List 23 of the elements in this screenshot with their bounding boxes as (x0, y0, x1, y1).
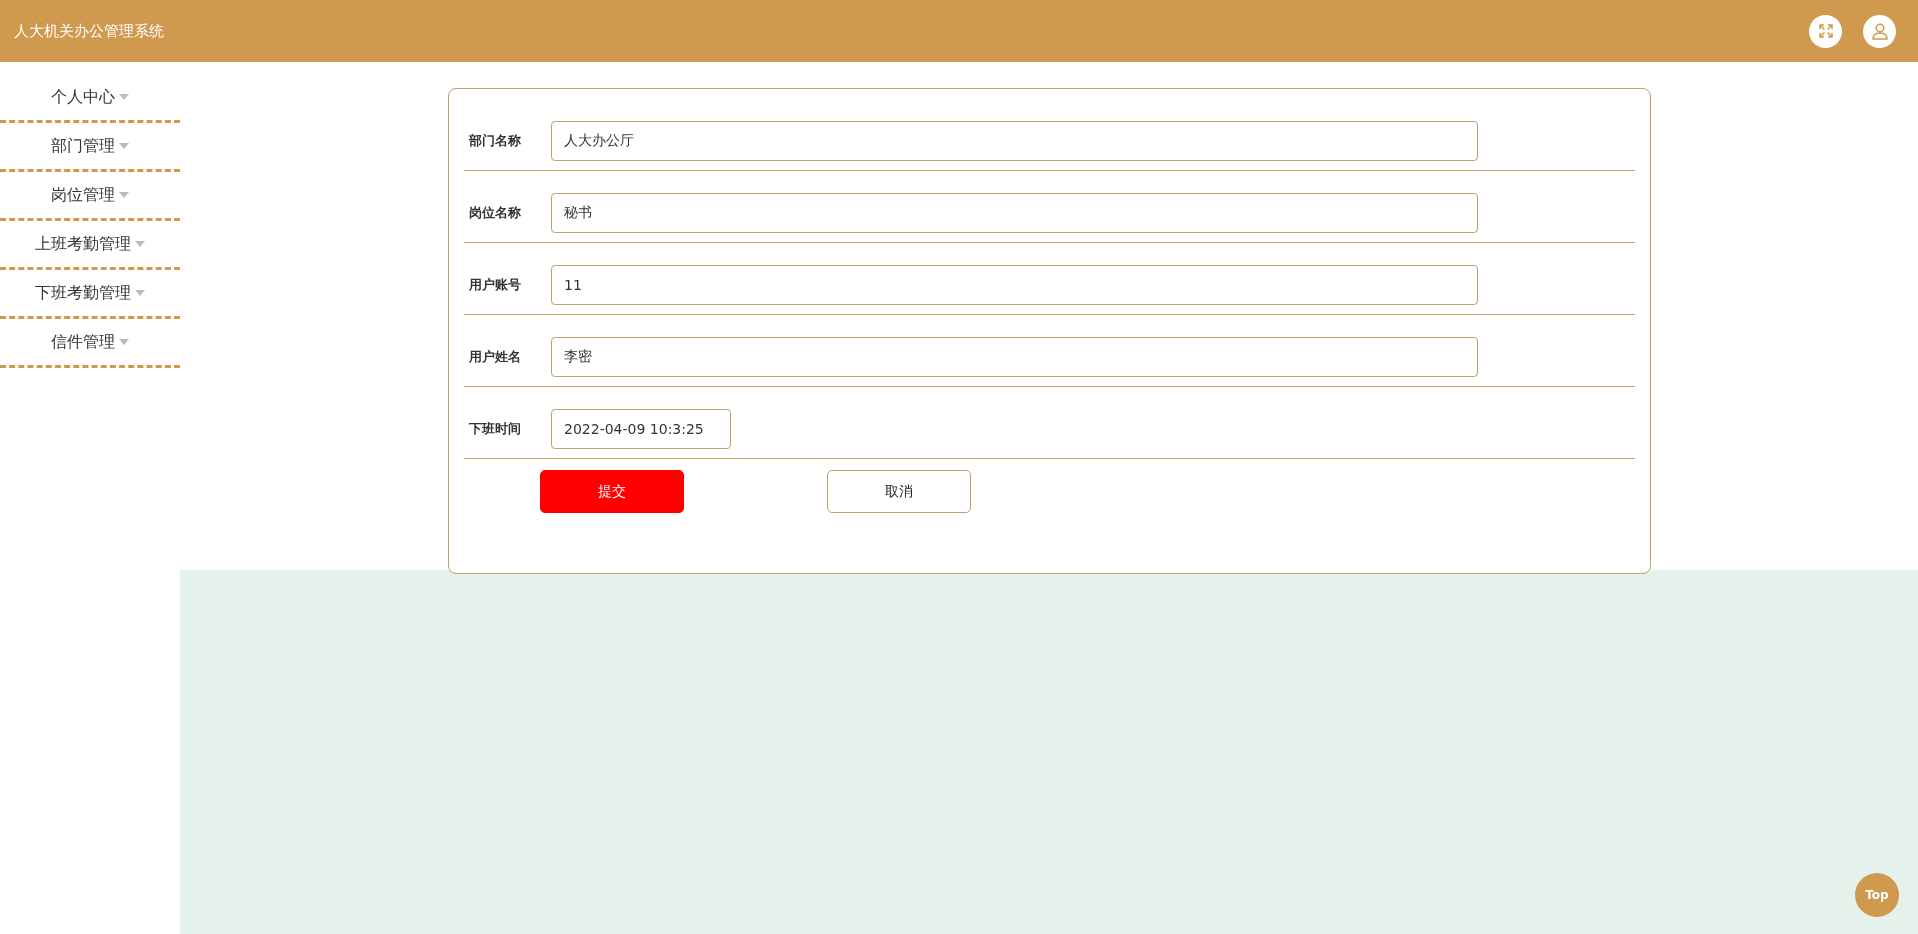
field-label: 用户姓名 (468, 348, 522, 366)
caret-icon (119, 143, 129, 149)
datetime-field[interactable]: 2022-04-09 10:3:25 (551, 409, 731, 449)
field-label: 岗位名称 (468, 204, 522, 222)
caret-icon (135, 241, 145, 247)
caret-icon (119, 94, 129, 100)
input-field[interactable]: 李密 (551, 337, 1478, 377)
field-label: 用户账号 (468, 276, 522, 294)
input-field[interactable]: 人大办公厅 (551, 121, 1478, 161)
caret-icon (119, 192, 129, 198)
cancel-button[interactable]: 取消 (827, 470, 971, 513)
submit-button[interactable]: 提交 (540, 470, 684, 513)
expand-icon (1817, 23, 1834, 39)
input-field[interactable]: 秘书 (551, 193, 1478, 233)
field-label: 下班时间 (468, 420, 522, 438)
fullscreen-button[interactable] (1809, 14, 1842, 48)
app-title: 人大机关办公管理系统 (14, 21, 165, 41)
user-button[interactable] (1863, 14, 1896, 48)
field-label: 部门名称 (468, 132, 522, 150)
input-field[interactable]: 11 (551, 265, 1478, 305)
caret-icon (135, 290, 145, 296)
user-icon (1870, 22, 1889, 40)
caret-icon (119, 339, 129, 345)
